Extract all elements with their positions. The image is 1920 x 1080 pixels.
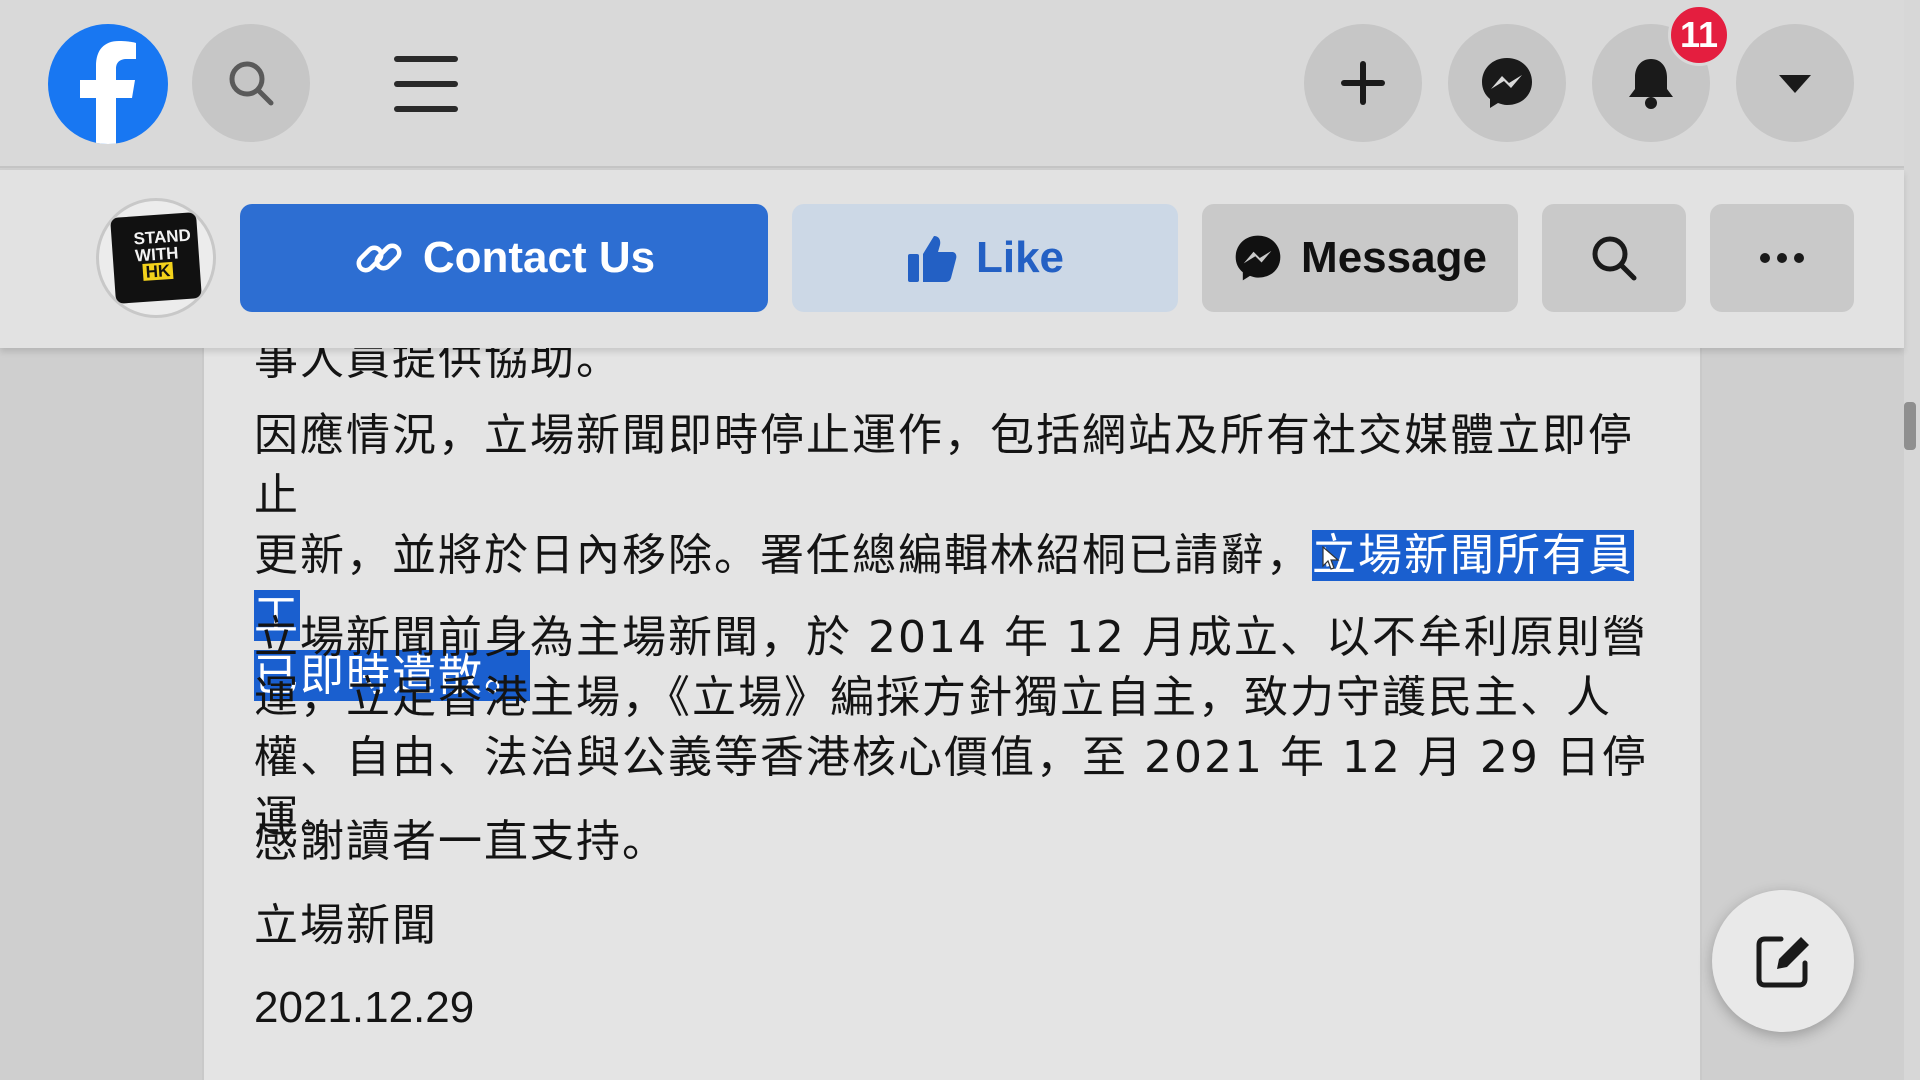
message-button[interactable]: Message [1202,204,1518,312]
menu-icon [394,56,458,112]
compose-icon [1756,936,1809,988]
messenger-button[interactable] [1448,24,1566,142]
facebook-f-icon [80,41,136,144]
plus-icon [1341,61,1385,105]
page-logo-text: STAND WITH [132,225,192,266]
post-date: 2021.12.29 [254,983,475,1032]
menu-button[interactable] [392,50,462,120]
caret-down-icon [1779,75,1811,93]
mouse-cursor-icon [1322,546,1340,570]
scrollbar-thumb[interactable] [1904,402,1916,450]
post-signature: 立場新聞 [254,900,438,951]
page-avatar[interactable]: STAND WITH HK [96,198,216,318]
search-icon [229,61,274,106]
search-icon [1592,236,1637,281]
page-action-bar: STAND WITH HK Contact Us Like Message [0,170,1904,348]
link-icon [353,232,405,284]
contact-us-button[interactable]: Contact Us [240,204,768,312]
messenger-icon [1482,58,1532,108]
page-logo-tag: HK [142,261,174,282]
account-menu-button[interactable] [1736,24,1854,142]
post-card: 事人員提供協助。 因應情況，立場新聞即時停止運作，包括網站及所有社交媒體立即停止… [202,300,1702,1080]
thumbs-up-icon [906,232,958,284]
bell-icon [1629,59,1673,109]
scrollbar-track[interactable] [1904,0,1920,1080]
page-logo: STAND WITH HK [110,212,202,304]
post-paragraph-3: 感謝讀者一直支持。 [254,816,668,867]
messenger-icon [1233,233,1283,283]
more-options-button[interactable] [1710,204,1854,312]
like-label: Like [975,233,1065,282]
page-search-button[interactable] [1542,204,1686,312]
message-label: Message [1301,233,1487,282]
facebook-logo[interactable] [48,24,168,144]
contact-us-label: Contact Us [422,233,656,282]
notification-badge: 11 [1668,4,1730,66]
more-icon [1760,253,1804,263]
search-button[interactable] [192,24,310,142]
top-navigation-bar: 11 [0,0,1904,168]
create-button[interactable] [1304,24,1422,142]
new-message-button[interactable] [1712,890,1854,1032]
like-button[interactable]: Like [792,204,1178,312]
